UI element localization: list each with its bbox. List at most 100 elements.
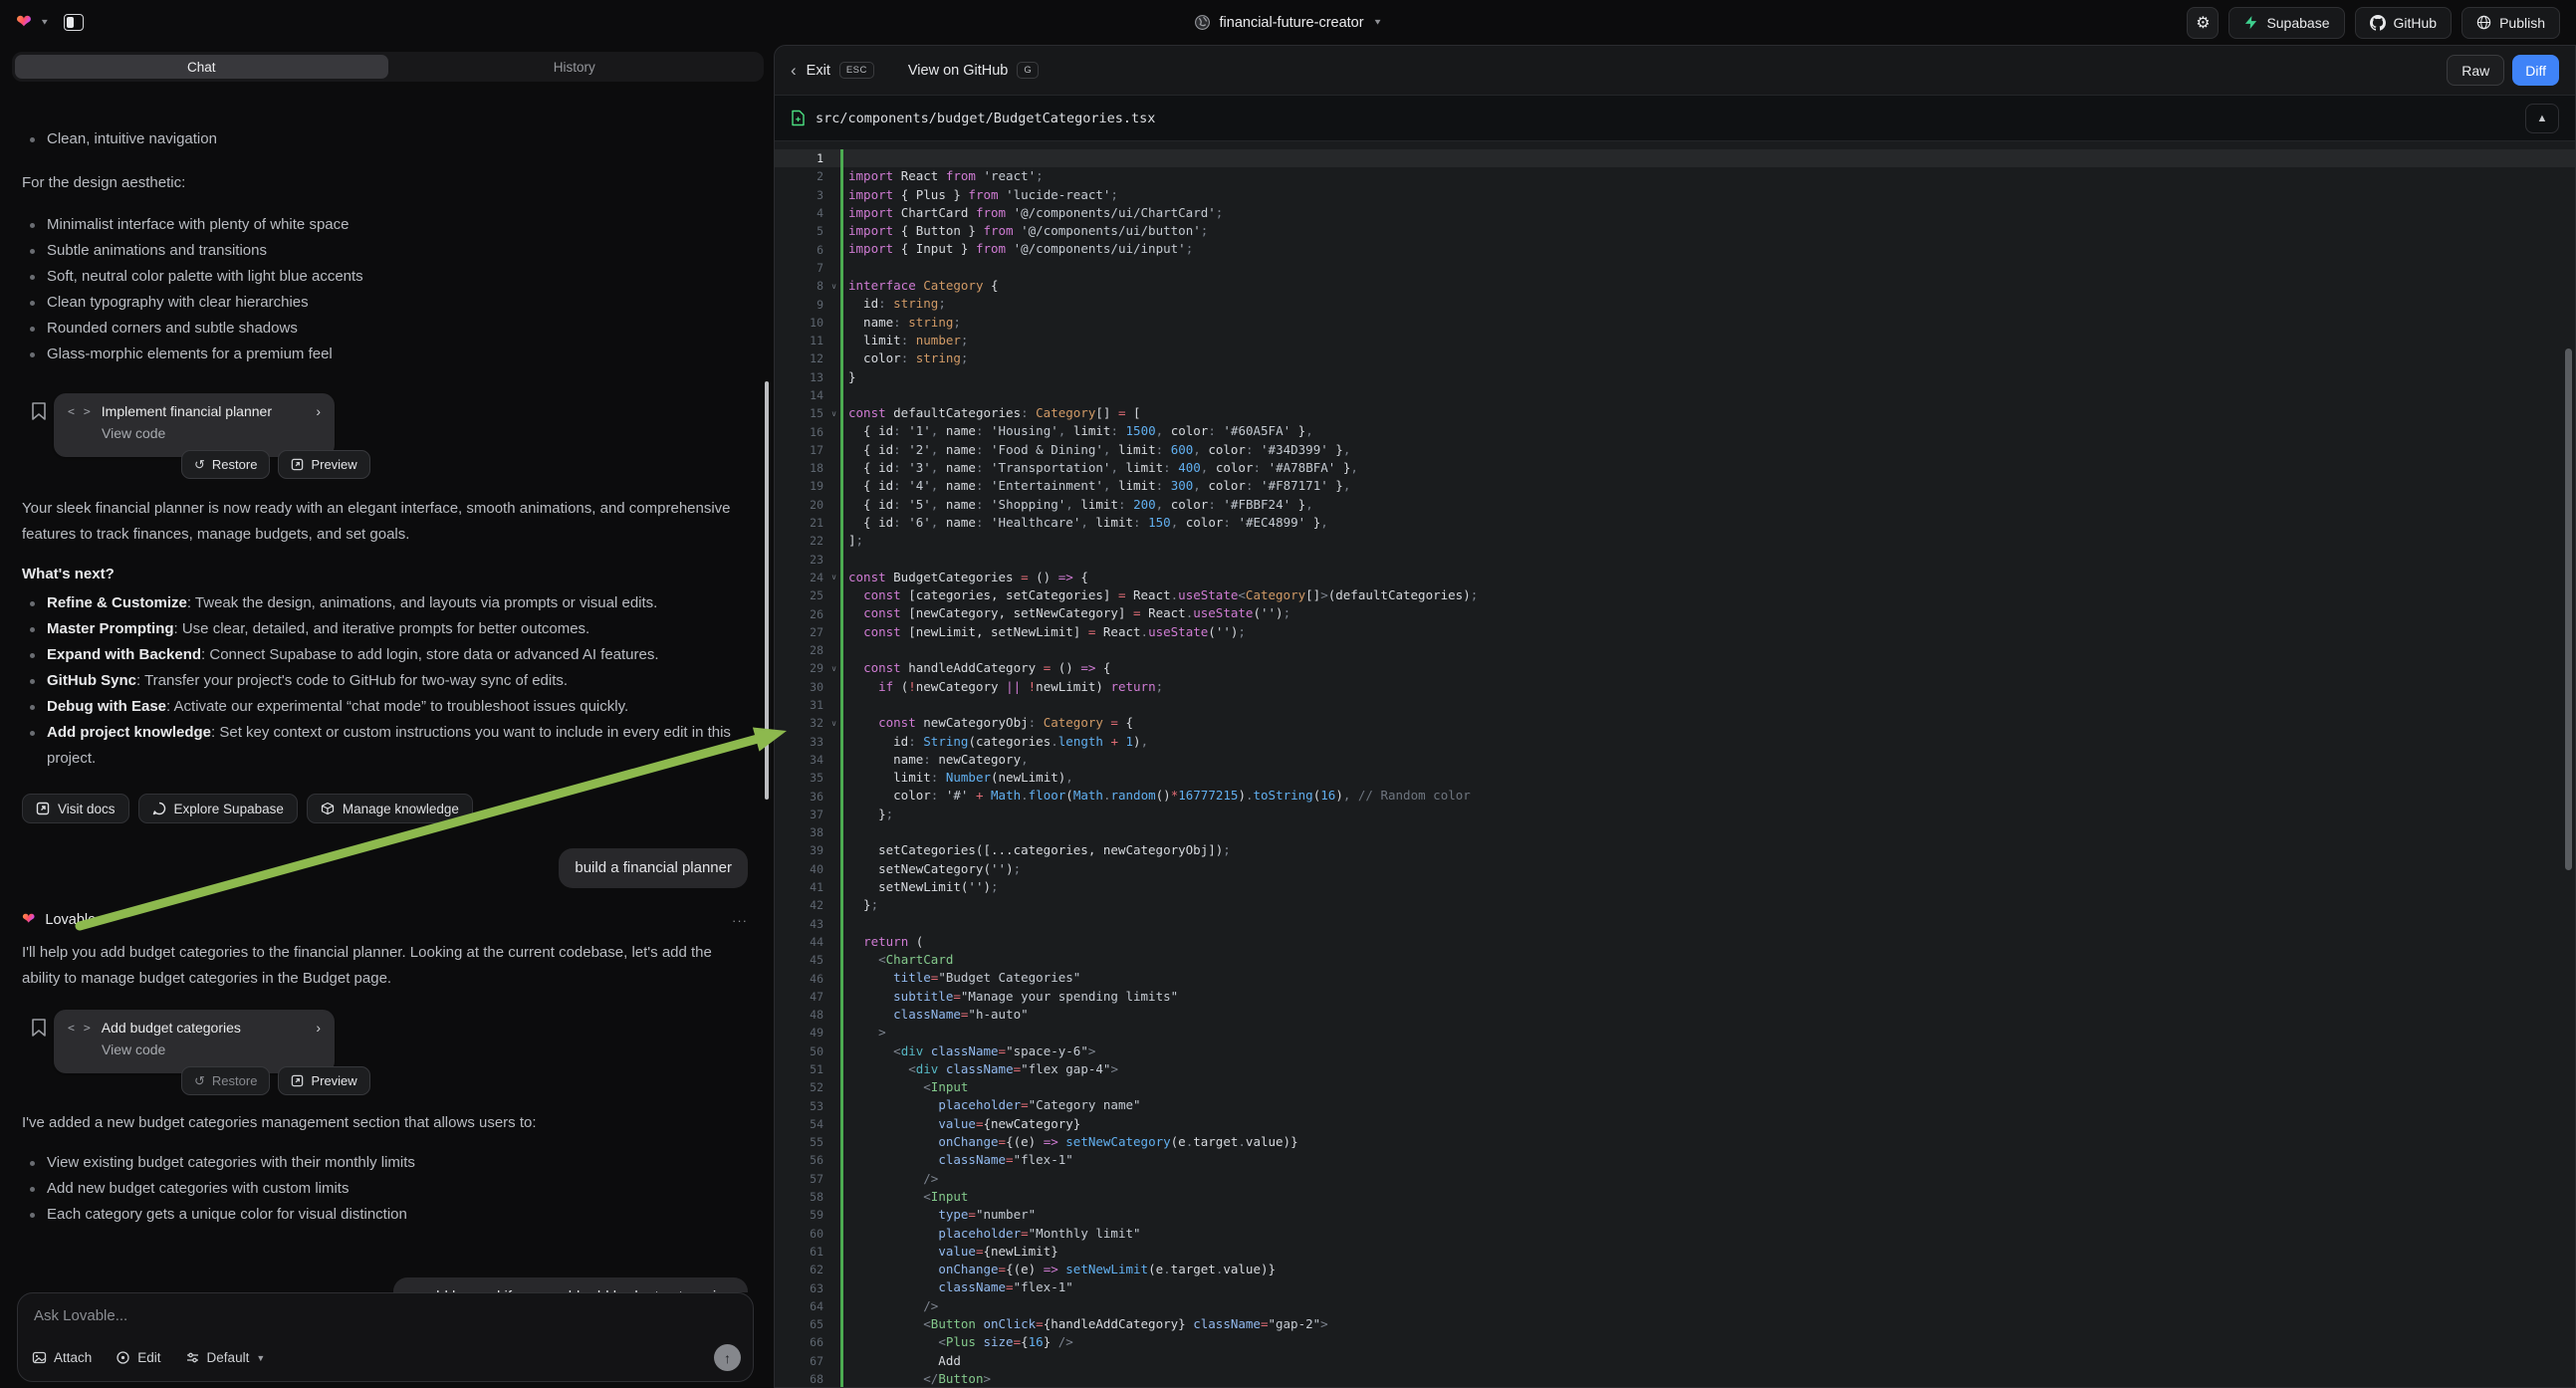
code-line: 24∨const BudgetCategories = () => { xyxy=(775,569,2575,586)
line-number: 21 xyxy=(775,516,827,530)
line-number: 20 xyxy=(775,498,827,512)
bullet-icon xyxy=(30,275,35,280)
view-on-github-button[interactable]: View on GitHub xyxy=(908,63,1008,79)
sidebar-toggle-button[interactable] xyxy=(58,7,90,39)
code-line: 16 { id: '1', name: 'Housing', limit: 15… xyxy=(775,422,2575,440)
code-line: 46 title="Budget Categories" xyxy=(775,969,2575,987)
raw-toggle-button[interactable]: Raw xyxy=(2447,55,2504,86)
line-number: 48 xyxy=(775,1008,827,1022)
fold-toggle-icon[interactable]: ∨ xyxy=(827,719,840,728)
explore-supabase-button[interactable]: Explore Supabase xyxy=(138,794,298,823)
line-number: 63 xyxy=(775,1281,827,1295)
line-number: 7 xyxy=(775,261,827,275)
diff-toggle-button[interactable]: Diff xyxy=(2512,55,2559,86)
restore-button[interactable]: ↺Restore xyxy=(181,450,270,479)
line-number: 30 xyxy=(775,680,827,694)
code-line: 65 <Button onClick={handleAddCategory} c… xyxy=(775,1315,2575,1333)
visit-docs-button[interactable]: Visit docs xyxy=(22,794,129,823)
chat-scrollback[interactable]: Clean, intuitive navigation For the desi… xyxy=(0,124,766,1292)
line-number: 10 xyxy=(775,316,827,330)
line-number: 17 xyxy=(775,443,827,457)
code-header: ‹ Exit ESC View on GitHub G Raw Diff xyxy=(775,46,2575,95)
esc-shortcut-badge: ESC xyxy=(839,62,874,79)
code-editor[interactable]: 12import React from 'react';3import { Pl… xyxy=(775,141,2575,1388)
project-selector[interactable]: financial-future-creator ▼ xyxy=(1194,0,1383,45)
fold-toggle-icon[interactable]: ∨ xyxy=(827,409,840,418)
version-card-wrap: < > Add budget categories › View code ↺R… xyxy=(22,1010,748,1073)
fold-toggle-icon[interactable]: ∨ xyxy=(827,282,840,291)
code-line: 9 id: string; xyxy=(775,295,2575,313)
code-scrollbar-thumb[interactable] xyxy=(2565,348,2572,870)
github-button[interactable]: GitHub xyxy=(2355,7,2453,39)
message-menu-button[interactable]: ··· xyxy=(732,913,748,928)
code-line: 44 return ( xyxy=(775,933,2575,951)
whats-next-heading: What's next? xyxy=(22,566,748,582)
fold-toggle-icon[interactable]: ∨ xyxy=(827,573,840,581)
line-number: 4 xyxy=(775,206,827,220)
next-steps-list: Refine & Customize: Tweak the design, an… xyxy=(22,590,748,772)
code-line: 21 { id: '6', name: 'Healthcare', limit:… xyxy=(775,514,2575,532)
list-item: Clean typography with clear hierarchies xyxy=(22,290,748,316)
send-button[interactable]: ↑ xyxy=(714,1344,741,1371)
chat-scrollbar-thumb[interactable] xyxy=(765,381,769,800)
line-number: 62 xyxy=(775,1263,827,1276)
line-number: 59 xyxy=(775,1208,827,1222)
code-line: 66 <Plus size={16} /> xyxy=(775,1333,2575,1351)
code-line: 42 }; xyxy=(775,896,2575,914)
chat-input[interactable] xyxy=(34,1307,737,1341)
code-line: 40 setNewCategory(''); xyxy=(775,860,2575,878)
line-number: 49 xyxy=(775,1026,827,1040)
publish-button[interactable]: Publish xyxy=(2461,7,2560,39)
line-number: 35 xyxy=(775,771,827,785)
manage-knowledge-button[interactable]: Manage knowledge xyxy=(307,794,473,823)
logo-chevron-down-icon[interactable]: ▼ xyxy=(40,18,50,27)
tab-history[interactable]: History xyxy=(388,55,762,79)
tab-chat[interactable]: Chat xyxy=(15,55,388,79)
line-number: 19 xyxy=(775,479,827,493)
code-line: 22]; xyxy=(775,532,2575,550)
attach-button[interactable]: Attach xyxy=(32,1350,92,1365)
code-line: 10 name: string; xyxy=(775,314,2575,332)
bullet-icon xyxy=(30,1213,35,1218)
ready-paragraph: Your sleek financial planner is now read… xyxy=(22,496,748,548)
code-line: 59 type="number" xyxy=(775,1206,2575,1224)
view-code-link[interactable]: View code xyxy=(102,1041,321,1057)
code-panel: ‹ Exit ESC View on GitHub G Raw Diff src… xyxy=(774,45,2576,1388)
added-bullet-list: View existing budget categories with the… xyxy=(22,1150,748,1228)
model-selector[interactable]: Default ▼ xyxy=(185,1350,266,1365)
bookmark-icon[interactable] xyxy=(30,1018,48,1038)
fold-toggle-icon[interactable]: ∨ xyxy=(827,664,840,673)
edit-mode-button[interactable]: Edit xyxy=(116,1350,160,1365)
line-number: 1 xyxy=(775,151,827,165)
exit-button[interactable]: Exit xyxy=(807,63,830,79)
view-code-link[interactable]: View code xyxy=(102,425,321,441)
gear-icon: ⚙ xyxy=(2196,13,2210,33)
version-card-title: Implement financial planner xyxy=(102,403,272,419)
code-line: 57 /> xyxy=(775,1170,2575,1188)
version-card-implement-financial-planner[interactable]: < > Implement financial planner › View c… xyxy=(54,393,335,457)
line-number: 36 xyxy=(775,790,827,804)
restore-button[interactable]: ↺Restore xyxy=(181,1066,270,1095)
collapse-file-button[interactable]: ▲ xyxy=(2525,104,2559,133)
list-item: Master Prompting: Use clear, detailed, a… xyxy=(22,616,748,642)
lovable-logo-icon[interactable]: ❤ xyxy=(16,13,32,32)
version-card-add-budget-categories[interactable]: < > Add budget categories › View code xyxy=(54,1010,335,1073)
preview-button[interactable]: Preview xyxy=(278,450,369,479)
code-line: 58 <Input xyxy=(775,1188,2575,1206)
line-number: 22 xyxy=(775,534,827,548)
code-line: 11 limit: number; xyxy=(775,332,2575,349)
settings-button[interactable]: ⚙ xyxy=(2187,7,2219,39)
file-path-bar[interactable]: src/components/budget/BudgetCategories.t… xyxy=(775,95,2575,141)
line-number: 55 xyxy=(775,1135,827,1149)
bookmark-icon[interactable] xyxy=(30,401,48,421)
list-item: Subtle animations and transitions xyxy=(22,238,748,264)
line-number: 39 xyxy=(775,843,827,857)
bullet-icon xyxy=(30,1161,35,1166)
line-number: 6 xyxy=(775,243,827,257)
preview-button[interactable]: Preview xyxy=(278,1066,369,1095)
list-item: Soft, neutral color palette with light b… xyxy=(22,264,748,290)
line-number: 25 xyxy=(775,588,827,602)
line-number: 64 xyxy=(775,1299,827,1313)
supabase-button[interactable]: Supabase xyxy=(2228,7,2344,39)
list-item: Rounded corners and subtle shadows xyxy=(22,316,748,342)
